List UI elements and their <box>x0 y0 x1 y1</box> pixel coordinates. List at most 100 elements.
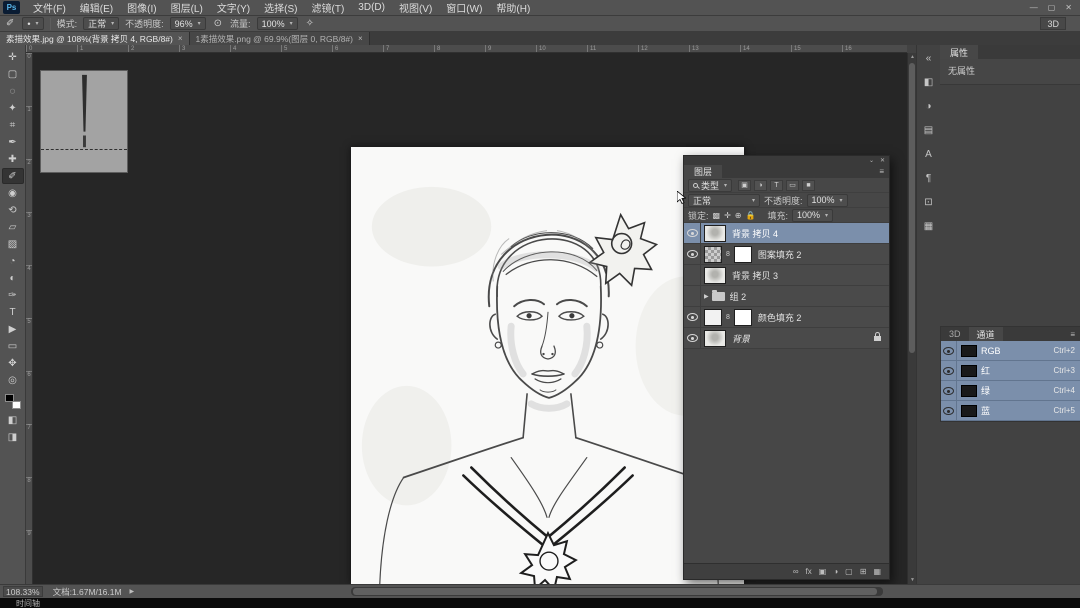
layer-row-background[interactable]: 背景 <box>684 328 889 349</box>
new-group-icon[interactable]: ▢ <box>845 567 853 576</box>
layer-thumbnail[interactable] <box>704 266 726 284</box>
menu-item[interactable]: 帮助(H) <box>489 0 537 15</box>
filter-type-select[interactable]: 类型 <box>688 178 733 192</box>
histogram-panel-icon[interactable]: ▦ <box>918 216 939 237</box>
panel-title-bar[interactable]: ⌄ ✕ <box>684 156 889 165</box>
document-tab-inactive[interactable]: 1素描效果.png @ 69.9%(图层 0, RGB/8#) × <box>189 32 370 45</box>
tool-blur[interactable]: ◔ <box>2 253 24 269</box>
tool-type[interactable]: T <box>2 304 24 320</box>
channel-row[interactable]: 红 Ctrl+3 <box>941 361 1080 381</box>
visibility-toggle[interactable] <box>941 361 957 380</box>
properties-tab[interactable]: 属性 <box>940 45 979 59</box>
status-menu-arrow-icon[interactable]: ▶ <box>130 588 135 595</box>
panel-collapse-icon[interactable]: ⌄ <box>869 157 874 164</box>
tool-eyedropper[interactable]: ✒ <box>2 134 24 150</box>
channel-row[interactable]: RGB Ctrl+2 <box>941 341 1080 361</box>
character-panel-icon[interactable]: A <box>918 144 939 165</box>
blend-mode-select[interactable]: 正常 <box>83 17 120 30</box>
filter-pixel-layers-icon[interactable]: ▣ <box>738 179 752 191</box>
visibility-toggle[interactable] <box>684 328 701 348</box>
brush-preset-picker[interactable]: • <box>22 17 44 30</box>
menu-item[interactable]: 文件(F) <box>26 0 73 15</box>
menu-item[interactable]: 图像(I) <box>120 0 163 15</box>
restore-button[interactable]: ▢ <box>1048 3 1056 12</box>
filter-adjustment-layers-icon[interactable]: ◑ <box>754 179 768 191</box>
color-thumbnail[interactable] <box>704 308 722 326</box>
menu-item[interactable]: 视图(V) <box>392 0 439 15</box>
tool-crop[interactable]: ⌗ <box>2 117 24 133</box>
tool-marquee[interactable]: ▢ <box>2 66 24 82</box>
tool-healing-brush[interactable]: ✚ <box>2 151 24 167</box>
mask-thumbnail[interactable] <box>733 245 752 263</box>
canvas-area[interactable]: ⌄ ✕ 图层 ≡ 类型 ▣◑T▭■ 正常 不透明度: 100% <box>33 53 907 584</box>
layers-panel-tab[interactable]: 图层 <box>684 165 723 178</box>
layer-row-group-2[interactable]: ▶ 组 2 <box>684 286 889 307</box>
layer-row-color-fill-2[interactable]: 8 颜色填充 2 <box>684 307 889 328</box>
lock-transparency-icon[interactable]: ▩ <box>713 211 721 220</box>
tool-gradient[interactable]: ▨ <box>2 236 24 252</box>
layer-thumbnail[interactable] <box>704 329 726 347</box>
styles-panel-icon[interactable]: ▤ <box>918 120 939 141</box>
color-panel-icon[interactable]: ◧ <box>918 72 939 93</box>
layer-blend-mode-select[interactable]: 正常 <box>688 193 760 207</box>
workspace-switcher[interactable]: 3D <box>1040 17 1066 30</box>
panel-close-icon[interactable]: ✕ <box>880 157 885 164</box>
opacity-select[interactable]: 96% <box>169 17 206 30</box>
tool-zoom[interactable]: ◎ <box>2 372 24 388</box>
tool-quick-select[interactable]: ✦ <box>2 100 24 116</box>
pattern-thumbnail[interactable] <box>704 245 722 263</box>
menu-item[interactable]: 窗口(W) <box>439 0 489 15</box>
tool-path-select[interactable]: ▶ <box>2 321 24 337</box>
filter-smart-objects-icon[interactable]: ■ <box>802 179 816 191</box>
layer-effects-icon[interactable]: fx <box>806 567 812 576</box>
new-adjustment-layer-icon[interactable]: ◑ <box>833 567 838 576</box>
screen-mode-icon[interactable]: ◨ <box>2 429 24 445</box>
color-swatches[interactable] <box>4 394 22 409</box>
menu-item[interactable]: 图层(L) <box>164 0 210 15</box>
visibility-toggle[interactable] <box>684 307 701 327</box>
tool-hand[interactable]: ✥ <box>2 355 24 371</box>
layer-thumbnail[interactable] <box>704 224 726 242</box>
menu-item[interactable]: 滤镜(T) <box>305 0 352 15</box>
new-layer-icon[interactable]: ⊞ <box>860 567 867 576</box>
tab-close-icon[interactable]: × <box>178 34 183 43</box>
fill-select[interactable]: 100% <box>791 208 834 222</box>
channel-row[interactable]: 绿 Ctrl+4 <box>941 381 1080 401</box>
tool-eraser[interactable]: ▱ <box>2 219 24 235</box>
layer-row-bg-copy-4[interactable]: 背景 拷贝 4 <box>684 223 889 244</box>
panel-menu-icon[interactable]: ≡ <box>1070 327 1080 341</box>
tab-3d[interactable]: 3D <box>941 327 969 341</box>
mask-thumbnail[interactable] <box>733 308 752 326</box>
tool-move[interactable]: ✛ <box>2 49 24 65</box>
link-layers-icon[interactable]: ∞ <box>793 567 799 576</box>
lock-pixels-icon[interactable]: ✛ <box>724 211 731 220</box>
menu-item[interactable]: 3D(D) <box>351 2 392 13</box>
pressure-opacity-icon[interactable]: ⊙ <box>212 18 224 29</box>
background-color-swatch[interactable] <box>11 401 21 409</box>
horizontal-scrollbar[interactable] <box>351 587 883 596</box>
paragraph-panel-icon[interactable]: ¶ <box>918 168 939 189</box>
menu-item[interactable]: 选择(S) <box>257 0 304 15</box>
tool-clone-stamp[interactable]: ◉ <box>2 185 24 201</box>
vertical-scrollbar[interactable]: ▲ ▼ <box>907 53 916 584</box>
close-button[interactable]: ✕ <box>1065 3 1072 12</box>
airbrush-icon[interactable]: ✧ <box>304 18 316 29</box>
layer-row-pattern-fill-2[interactable]: 8 图案填充 2 <box>684 244 889 265</box>
minimize-button[interactable]: — <box>1030 3 1038 12</box>
clone-source-panel-icon[interactable]: ⊡ <box>918 192 939 213</box>
tab-close-icon[interactable]: × <box>358 34 363 43</box>
visibility-toggle[interactable] <box>941 381 957 400</box>
tab-channels[interactable]: 通道 <box>968 327 1003 341</box>
visibility-toggle[interactable] <box>684 265 701 285</box>
layer-row-bg-copy-3[interactable]: 背景 拷贝 3 <box>684 265 889 286</box>
menu-item[interactable]: 文字(Y) <box>210 0 257 15</box>
collapse-panels-icon[interactable]: « <box>918 48 939 69</box>
visibility-toggle[interactable] <box>684 286 701 306</box>
channel-row[interactable]: 蓝 Ctrl+5 <box>941 401 1080 421</box>
quick-mask-icon[interactable]: ◧ <box>2 412 24 428</box>
group-disclosure-icon[interactable]: ▶ <box>704 293 709 300</box>
tool-shape[interactable]: ▭ <box>2 338 24 354</box>
visibility-toggle[interactable] <box>684 244 701 264</box>
tool-dodge[interactable]: ◐ <box>2 270 24 286</box>
zoom-level-field[interactable]: 108.33% <box>3 586 43 597</box>
